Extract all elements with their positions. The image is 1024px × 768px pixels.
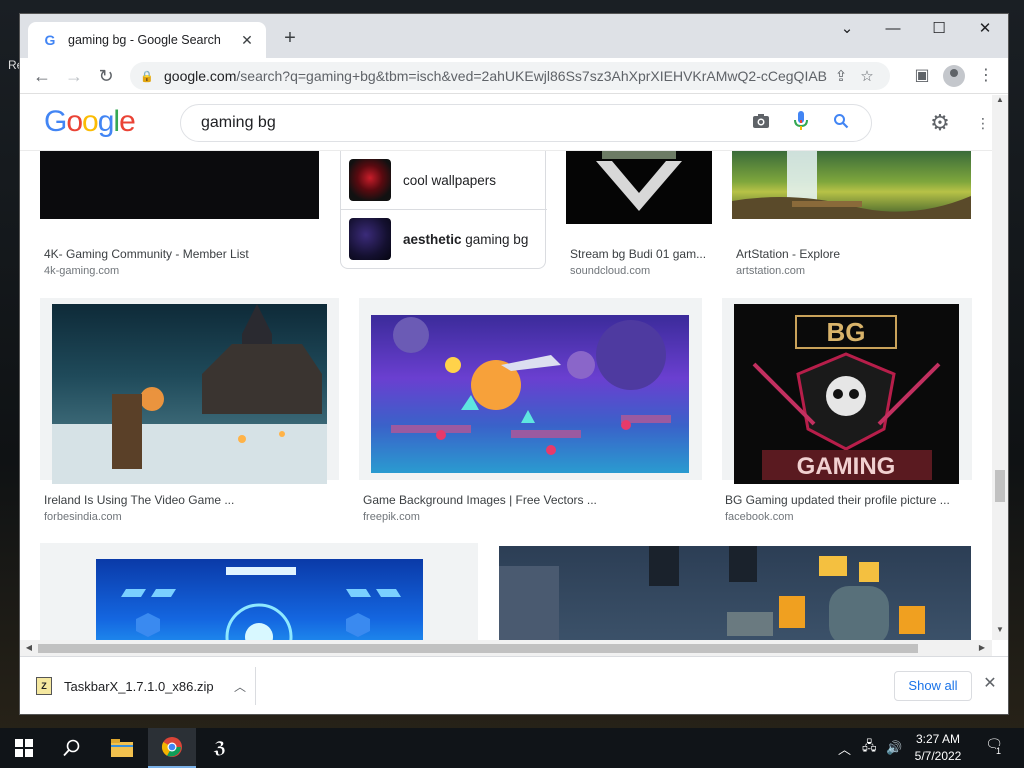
download-filename: TaskbarX_1.7.1.0_x86.zip xyxy=(64,678,214,694)
result-caption[interactable]: Game Background Images | Free Vectors ..… xyxy=(363,493,597,507)
chrome-menu-icon[interactable]: ⋮ xyxy=(974,64,998,88)
result-source[interactable]: 4k-gaming.com xyxy=(44,265,119,277)
vertical-scroll-thumb[interactable] xyxy=(995,470,1005,502)
volume-icon[interactable]: 🔊 xyxy=(886,728,904,768)
scroll-up-icon[interactable]: ▲ xyxy=(992,95,1008,109)
scroll-left-icon[interactable]: ◀ xyxy=(22,640,36,656)
scroll-right-icon[interactable]: ▶ xyxy=(975,640,989,656)
svg-text:BG: BG xyxy=(827,317,866,347)
result-image-artstation[interactable] xyxy=(732,151,971,219)
action-center-icon[interactable]: 🗨 1 xyxy=(982,736,1006,760)
side-panel-icon[interactable]: ▣ xyxy=(910,64,934,88)
maximize-button[interactable]: ☐ xyxy=(916,14,962,46)
microphone-icon[interactable] xyxy=(781,110,821,136)
download-item[interactable]: Z TaskbarX_1.7.1.0_x86.zip ︿ xyxy=(36,667,256,705)
related-searches-card: cool wallpapers aesthetic gaming bg xyxy=(340,151,547,269)
result-tile-ireland[interactable] xyxy=(40,298,339,484)
windows-taskbar: ℨ ︿ 🖧 🔊 3:27 AM 5/7/2022 🗨 1 xyxy=(0,728,1024,768)
result-image-4k-gaming[interactable] xyxy=(40,151,319,219)
new-tab-button[interactable]: + xyxy=(278,26,302,50)
back-arrow-icon[interactable]: ← xyxy=(30,64,54,88)
result-source[interactable]: artstation.com xyxy=(736,265,805,277)
result-image-blue-tech[interactable] xyxy=(96,559,423,640)
related-thumbnail xyxy=(349,159,391,201)
tab-gaming-bg[interactable]: G gaming bg - Google Search ✕ xyxy=(28,22,266,58)
result-tile-blue-tech[interactable] xyxy=(40,543,478,640)
google-logo[interactable]: Google xyxy=(44,105,136,139)
horizontal-scrollbar[interactable]: ◀ ▶ xyxy=(20,640,992,656)
google-apps-icon[interactable]: ⋮⋮ xyxy=(976,109,992,137)
scroll-down-icon[interactable]: ▼ xyxy=(992,625,1008,639)
share-icon[interactable]: ⇪ xyxy=(828,67,854,85)
related-search-aesthetic-gaming-bg[interactable]: aesthetic gaming bg xyxy=(341,210,547,268)
google-images-page: Google ⚙ ⋮⋮ 4K- Gaming Community - Membe… xyxy=(20,95,992,640)
google-favicon-icon: G xyxy=(44,32,56,48)
close-window-button[interactable]: ✕ xyxy=(962,14,1008,46)
svg-text:GAMING: GAMING xyxy=(797,453,896,480)
result-image-game-background[interactable] xyxy=(371,315,689,473)
downloads-bar: Z TaskbarX_1.7.1.0_x86.zip ︿ Show all ✕ xyxy=(20,656,1008,714)
zip-file-icon: Z xyxy=(36,677,52,695)
chrome-taskbar-icon[interactable] xyxy=(148,728,196,768)
settings-gear-icon[interactable]: ⚙ xyxy=(926,109,954,137)
file-explorer-icon[interactable] xyxy=(98,728,146,768)
reload-icon[interactable]: ↻ xyxy=(94,64,118,88)
bookmark-star-icon[interactable]: ☆ xyxy=(854,67,880,85)
camera-icon[interactable] xyxy=(741,113,781,134)
result-caption[interactable]: BG Gaming updated their profile picture … xyxy=(725,493,950,507)
result-source[interactable]: forbesindia.com xyxy=(44,511,122,523)
taskbarx-app-icon[interactable]: ℨ xyxy=(196,728,244,768)
result-caption[interactable]: ArtStation - Explore xyxy=(736,247,840,261)
start-button[interactable] xyxy=(0,728,48,768)
forward-arrow-icon[interactable]: → xyxy=(62,64,86,88)
result-source[interactable]: facebook.com xyxy=(725,511,793,523)
related-label: cool wallpapers xyxy=(403,172,497,188)
result-image-stream-bg[interactable] xyxy=(566,151,712,224)
chevron-up-icon[interactable]: ︿ xyxy=(225,678,255,695)
tab-close-icon[interactable]: ✕ xyxy=(238,32,256,49)
related-search-cool-wallpapers[interactable]: cool wallpapers xyxy=(341,151,547,209)
search-box xyxy=(180,104,872,142)
vertical-scrollbar[interactable]: ▲ ▼ xyxy=(992,95,1008,640)
close-downloads-icon[interactable]: ✕ xyxy=(980,673,1000,697)
chrome-window: G gaming bg - Google Search ✕ + ⌄ — ☐ ✕ … xyxy=(20,14,1008,714)
system-clock[interactable]: 3:27 AM 5/7/2022 xyxy=(906,731,970,765)
minimize-button[interactable]: — xyxy=(870,14,916,46)
result-tile-bg-gaming[interactable]: BG GAMING xyxy=(722,298,972,484)
tray-overflow-chevron-icon[interactable]: ︿ xyxy=(838,728,854,768)
search-input[interactable] xyxy=(201,114,741,132)
address-bar[interactable]: 🔒 google.com/search?q=gaming+bg&tbm=isch… xyxy=(130,62,890,90)
result-image-ireland[interactable] xyxy=(52,304,327,484)
profile-avatar[interactable] xyxy=(942,64,966,88)
taskbar-search-icon[interactable] xyxy=(48,728,96,768)
result-image-bg-gaming[interactable]: BG GAMING xyxy=(734,304,959,484)
tab-search-button[interactable]: ⌄ xyxy=(824,14,870,46)
browser-toolbar: ← → ↻ 🔒 google.com/search?q=gaming+bg&tb… xyxy=(20,58,1008,94)
google-header: Google ⚙ ⋮⋮ xyxy=(20,95,992,151)
search-icon[interactable] xyxy=(821,113,861,134)
result-caption[interactable]: Stream bg Budi 01 gam... xyxy=(570,247,706,261)
horizontal-scroll-thumb[interactable] xyxy=(38,644,918,653)
network-icon[interactable]: 🖧 xyxy=(862,728,880,768)
related-thumbnail xyxy=(349,218,391,260)
lock-icon[interactable]: 🔒 xyxy=(140,70,154,83)
related-label: aesthetic gaming bg xyxy=(403,231,529,247)
result-caption[interactable]: Ireland Is Using The Video Game ... xyxy=(44,493,234,507)
result-source[interactable]: freepik.com xyxy=(363,511,420,523)
result-image-haunted-castle[interactable] xyxy=(499,546,971,640)
url-text[interactable]: google.com/search?q=gaming+bg&tbm=isch&v… xyxy=(164,68,828,84)
tab-strip: G gaming bg - Google Search ✕ + ⌄ — ☐ ✕ xyxy=(20,14,1008,58)
result-source[interactable]: soundcloud.com xyxy=(570,265,650,277)
result-tile-game-background[interactable] xyxy=(359,298,702,480)
result-caption[interactable]: 4K- Gaming Community - Member List xyxy=(44,247,249,261)
tab-title: gaming bg - Google Search xyxy=(68,33,221,47)
show-all-button[interactable]: Show all xyxy=(894,671,972,701)
